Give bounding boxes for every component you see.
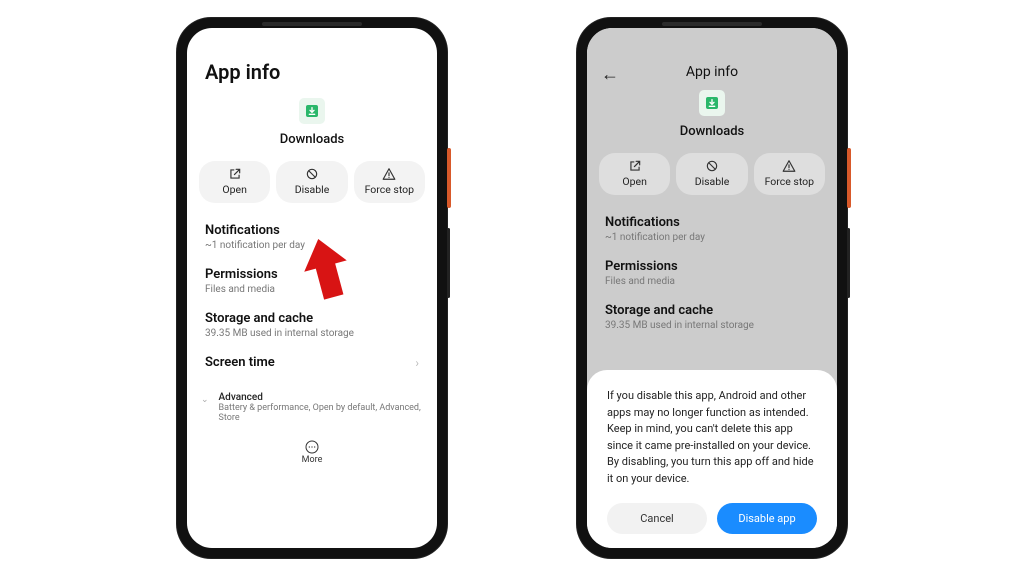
disable-icon [705,159,719,173]
permissions-item: Permissions Files and media [605,251,819,295]
page-title: App info [686,64,738,80]
more-button[interactable]: More [187,433,437,475]
dialog-body: If you disable this app, Android and oth… [607,388,817,487]
warning-icon [782,159,796,173]
more-icon [304,439,320,455]
downloads-app-icon [299,98,325,124]
screen-left: App info Downloads Open Disable Force st… [187,28,437,548]
open-button[interactable]: Open [199,161,270,203]
open-icon [628,159,642,173]
page-title: App info [187,54,437,92]
disable-icon [305,167,319,181]
phone-right: ← App info Downloads Open Disable [577,18,847,558]
open-button: Open [599,153,670,195]
disable-app-button[interactable]: Disable app [717,503,817,534]
disable-button[interactable]: Disable [276,161,347,203]
disable-dialog: If you disable this app, Android and oth… [587,370,837,548]
storage-item[interactable]: Storage and cache 39.35 MB used in inter… [205,303,419,347]
storage-item: Storage and cache 39.35 MB used in inter… [605,295,819,339]
screen-time-item[interactable]: Screen time › [205,347,419,378]
notifications-item[interactable]: Notifications ~1 notification per day [205,215,419,259]
notifications-item: Notifications ~1 notification per day [605,207,819,251]
cancel-button[interactable]: Cancel [607,503,707,534]
app-name: Downloads [280,132,344,147]
phone-left: App info Downloads Open Disable Force st… [177,18,447,558]
open-icon [228,167,242,181]
back-button[interactable]: ← [601,64,619,85]
force-stop-button: Force stop [754,153,825,195]
downloads-app-icon [699,90,725,116]
chevron-down-icon: ⌄ [201,395,209,405]
warning-icon [382,167,396,181]
screen-right: ← App info Downloads Open Disable [587,28,837,548]
permissions-item[interactable]: Permissions Files and media [205,259,419,303]
force-stop-button[interactable]: Force stop [354,161,425,203]
disable-button: Disable [676,153,747,195]
chevron-right-icon: › [415,356,419,370]
app-name: Downloads [680,124,744,139]
advanced-item[interactable]: ⌄ Advanced Battery & performance, Open b… [187,382,437,433]
